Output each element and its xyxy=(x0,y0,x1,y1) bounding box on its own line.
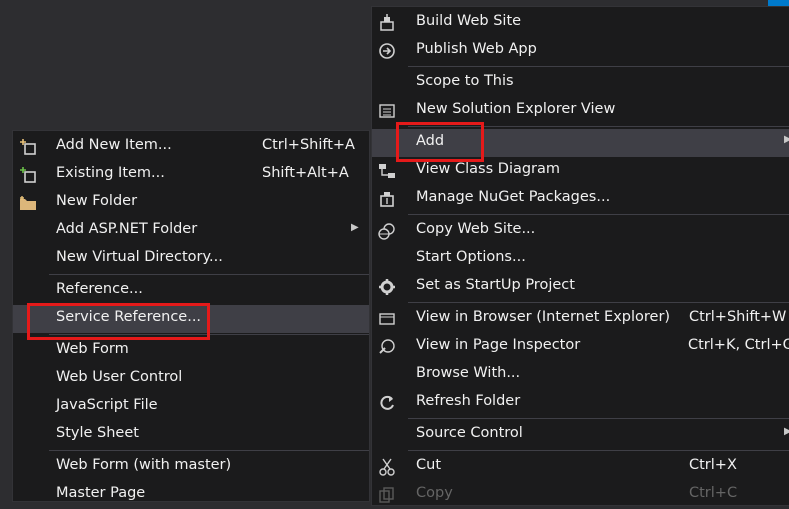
menu-separator xyxy=(408,302,789,303)
menu-separator xyxy=(408,418,789,419)
menu-item-existing-item[interactable]: Existing Item... Shift+Alt+A xyxy=(13,161,369,189)
menu-item-label: Add ASP.NET Folder xyxy=(56,221,198,237)
menu-item-copy[interactable]: Copy Ctrl+C xyxy=(372,481,789,509)
menu-item-label: Browse With... xyxy=(416,365,521,381)
menu-item-scope-to-this[interactable]: Scope to This xyxy=(372,69,789,97)
menu-item-label: Copy xyxy=(416,485,453,501)
menu-item-label: Publish Web App xyxy=(416,41,537,57)
menu-item-service-reference[interactable]: Service Reference... xyxy=(13,305,369,333)
menu-item-set-as-startup-project[interactable]: Set as StartUp Project xyxy=(372,273,789,301)
menu-item-label: Reference... xyxy=(56,281,143,297)
menu-item-javascript-file[interactable]: JavaScript File xyxy=(13,393,369,421)
menu-item-manage-nuget-packages[interactable]: Manage NuGet Packages... xyxy=(372,185,789,213)
solution-explorer-icon xyxy=(378,102,396,120)
publish-icon xyxy=(378,42,396,60)
menu-item-label: View in Page Inspector xyxy=(416,337,581,353)
menu-item-build-web-site[interactable]: Build Web Site xyxy=(372,9,789,37)
menu-item-label: Start Options... xyxy=(416,249,526,265)
menu-item-publish-web-app[interactable]: Publish Web App xyxy=(372,37,789,65)
menu-item-add-new-item[interactable]: Add New Item... Ctrl+Shift+A xyxy=(13,133,369,161)
menu-item-view-class-diagram[interactable]: View Class Diagram xyxy=(372,157,789,185)
menu-item-master-page[interactable]: Master Page xyxy=(13,481,369,509)
menu-separator xyxy=(49,274,369,275)
menu-item-label: Service Reference... xyxy=(56,309,202,325)
menu-item-browse-with[interactable]: Browse With... xyxy=(372,361,789,389)
existing-item-icon xyxy=(19,166,37,184)
menu-item-label: New Folder xyxy=(56,193,138,209)
class-diagram-icon xyxy=(378,162,396,180)
gear-icon xyxy=(378,278,396,296)
menu-item-label: Scope to This xyxy=(416,73,514,89)
menu-item-shortcut: Ctrl+X xyxy=(689,457,737,473)
menu-item-label: New Virtual Directory... xyxy=(56,249,223,265)
menu-item-cut[interactable]: Cut Ctrl+X xyxy=(372,453,789,481)
menu-item-shortcut: Ctrl+K, Ctrl+G xyxy=(688,337,789,353)
menu-separator xyxy=(408,214,789,215)
menu-item-add-aspnet-folder[interactable]: Add ASP.NET Folder ▶ xyxy=(13,217,369,245)
menu-separator xyxy=(408,126,789,127)
menu-item-view-in-page-inspector[interactable]: View in Page Inspector Ctrl+K, Ctrl+G xyxy=(372,333,789,361)
menu-item-label: Manage NuGet Packages... xyxy=(416,189,611,205)
menu-item-label: Refresh Folder xyxy=(416,393,521,409)
menu-item-label: View in Browser (Internet Explorer) xyxy=(416,309,671,325)
menu-item-web-user-control[interactable]: Web User Control xyxy=(13,365,369,393)
menu-item-style-sheet[interactable]: Style Sheet xyxy=(13,421,369,449)
copy-icon xyxy=(378,486,396,504)
menu-item-shortcut: Shift+Alt+A xyxy=(262,165,349,181)
menu-item-label: Build Web Site xyxy=(416,13,522,29)
page-inspector-icon xyxy=(378,338,396,356)
menu-item-label: Master Page xyxy=(56,485,146,501)
menu-item-label: Existing Item... xyxy=(56,165,165,181)
menu-item-add[interactable]: Add ▶ xyxy=(372,129,789,157)
copy-web-site-icon xyxy=(378,222,396,240)
menu-separator xyxy=(49,334,369,335)
menu-separator xyxy=(408,66,789,67)
submenu-arrow-icon: ▶ xyxy=(784,134,789,145)
menu-item-shortcut: Ctrl+C xyxy=(689,485,738,501)
scissors-icon xyxy=(378,458,396,476)
menu-item-shortcut: Ctrl+Shift+A xyxy=(262,137,355,153)
context-menu-project: Build Web Site Publish Web App Scope to … xyxy=(371,6,789,506)
menu-item-start-options[interactable]: Start Options... xyxy=(372,245,789,273)
menu-separator xyxy=(408,450,789,451)
menu-item-label: Source Control xyxy=(416,425,523,441)
nuget-icon xyxy=(378,190,396,208)
submenu-add: Add New Item... Ctrl+Shift+A Existing It… xyxy=(12,130,370,502)
menu-item-new-folder[interactable]: New Folder xyxy=(13,189,369,217)
menu-item-new-virtual-directory[interactable]: New Virtual Directory... xyxy=(13,245,369,273)
menu-item-label: Set as StartUp Project xyxy=(416,277,575,293)
menu-separator xyxy=(49,450,369,451)
build-icon xyxy=(378,14,396,32)
menu-item-label: View Class Diagram xyxy=(416,161,561,177)
menu-item-label: Web User Control xyxy=(56,369,183,385)
menu-item-label: Style Sheet xyxy=(56,425,139,441)
new-item-icon xyxy=(19,138,37,156)
submenu-arrow-icon: ▶ xyxy=(784,426,789,437)
menu-item-refresh-folder[interactable]: Refresh Folder xyxy=(372,389,789,417)
menu-item-label: New Solution Explorer View xyxy=(416,101,616,117)
menu-item-new-solution-explorer-view[interactable]: New Solution Explorer View xyxy=(372,97,789,125)
menu-item-web-form[interactable]: Web Form xyxy=(13,337,369,365)
menu-item-shortcut: Ctrl+Shift+W xyxy=(689,309,787,325)
menu-item-source-control[interactable]: Source Control ▶ xyxy=(372,421,789,449)
submenu-arrow-icon: ▶ xyxy=(351,222,359,233)
menu-item-web-form-with-master[interactable]: Web Form (with master) xyxy=(13,453,369,481)
menu-item-label: Cut xyxy=(416,457,441,473)
menu-item-label: Web Form xyxy=(56,341,129,357)
menu-item-view-in-browser[interactable]: View in Browser (Internet Explorer) Ctrl… xyxy=(372,305,789,333)
menu-item-label: JavaScript File xyxy=(56,397,158,413)
menu-item-label: Add xyxy=(416,133,445,149)
refresh-icon xyxy=(378,394,396,412)
menu-item-label: Add New Item... xyxy=(56,137,172,153)
folder-icon xyxy=(19,194,37,212)
menu-item-copy-web-site[interactable]: Copy Web Site... xyxy=(372,217,789,245)
menu-item-label: Copy Web Site... xyxy=(416,221,536,237)
browser-icon xyxy=(378,310,396,328)
menu-item-reference[interactable]: Reference... xyxy=(13,277,369,305)
menu-item-label: Web Form (with master) xyxy=(56,457,232,473)
